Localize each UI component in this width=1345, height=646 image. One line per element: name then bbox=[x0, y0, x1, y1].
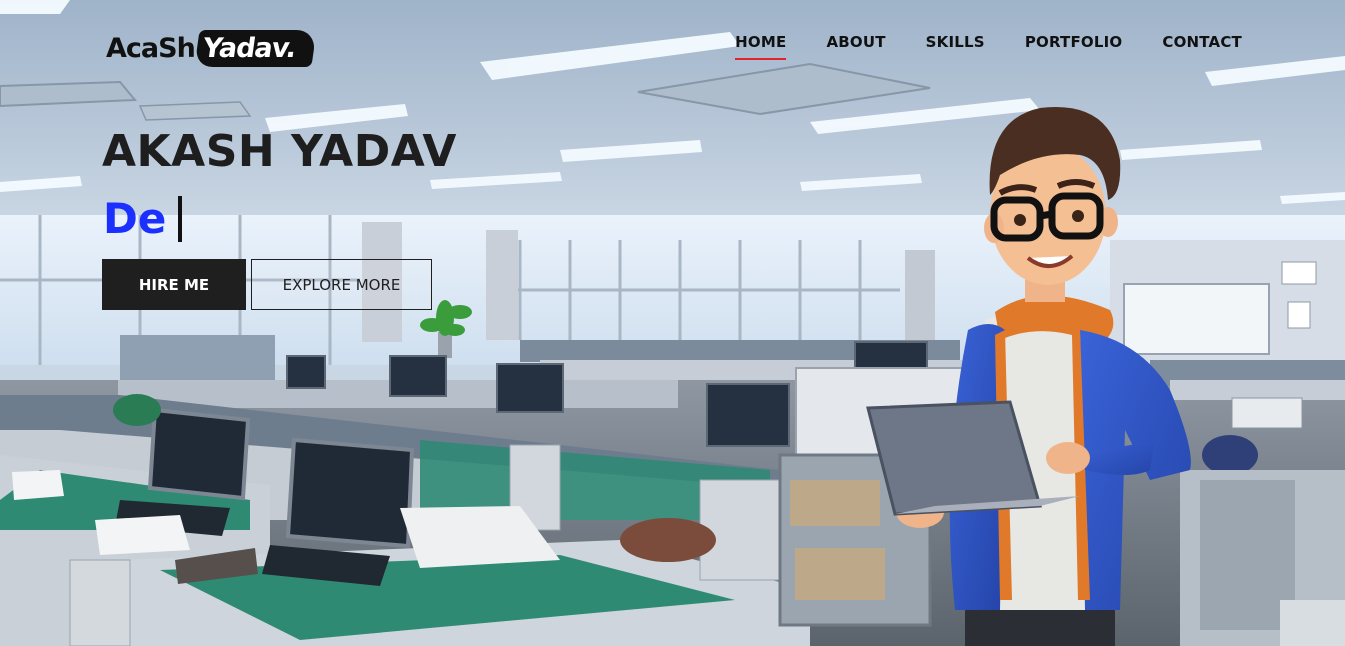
hero-background-illustration bbox=[0, 0, 1345, 646]
explore-more-button[interactable]: EXPLORE MORE bbox=[251, 259, 432, 310]
nav-contact[interactable]: CONTACT bbox=[1162, 33, 1242, 57]
typing-cursor bbox=[178, 195, 183, 242]
nav-skills[interactable]: SKILLS bbox=[926, 33, 985, 57]
hire-me-button[interactable]: HIRE ME bbox=[102, 259, 246, 310]
site-logo[interactable]: AcaSh Yadav. bbox=[106, 27, 316, 69]
main-nav: HOME ABOUT SKILLS PORTFOLIO CONTACT bbox=[735, 33, 1242, 60]
hero-name: AKASH YADAV bbox=[102, 126, 457, 177]
nav-about[interactable]: ABOUT bbox=[826, 33, 885, 57]
logo-text-part2: Yadav. bbox=[194, 29, 316, 67]
nav-home[interactable]: HOME bbox=[735, 33, 787, 60]
logo-text-part1: AcaSh bbox=[106, 32, 196, 64]
hero-typed-role: De bbox=[103, 194, 183, 243]
typed-role-text: De bbox=[103, 194, 167, 243]
nav-portfolio[interactable]: PORTFOLIO bbox=[1025, 33, 1123, 57]
